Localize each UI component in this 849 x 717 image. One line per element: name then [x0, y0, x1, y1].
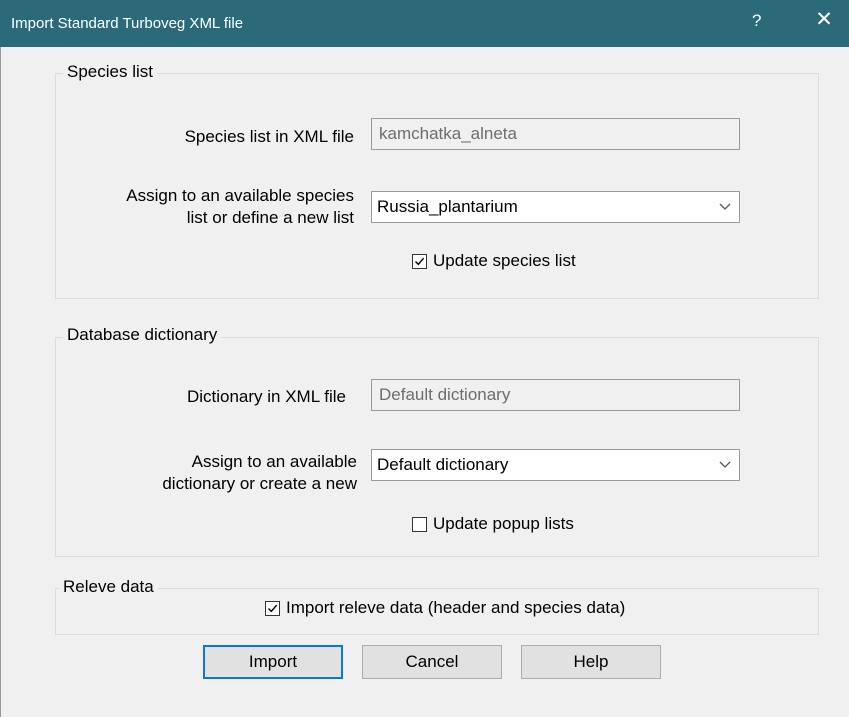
dictionary-xml-field: Default dictionary: [371, 379, 740, 411]
window-border: [0, 47, 1, 717]
checkbox-box[interactable]: [265, 601, 280, 616]
chevron-down-icon: [719, 203, 731, 210]
dictionary-assign-label-2: dictionary or create a new: [162, 474, 357, 493]
title-bar: Import Standard Turboveg XML file ? ✕: [0, 0, 849, 47]
help-icon[interactable]: ?: [752, 11, 761, 31]
species-list-select[interactable]: Russia_plantarium: [371, 191, 740, 223]
close-icon[interactable]: ✕: [813, 8, 835, 32]
species-assign-label-1: Assign to an available species: [126, 186, 354, 205]
species-xml-label: Species list in XML file: [184, 127, 354, 146]
import-releve-checkbox[interactable]: Import releve data (header and species d…: [265, 597, 625, 619]
dictionary-assign-label-1: Assign to an available: [191, 452, 357, 471]
dictionary-select-value: Default dictionary: [377, 455, 509, 474]
checkbox-box[interactable]: [412, 517, 427, 532]
cancel-button[interactable]: Cancel: [362, 645, 502, 679]
checkmark-icon: [415, 257, 425, 266]
species-list-select-value: Russia_plantarium: [377, 197, 518, 216]
window-title: Import Standard Turboveg XML file: [11, 15, 244, 32]
update-species-label: Update species list: [433, 251, 576, 270]
checkmark-icon: [268, 604, 278, 613]
help-button[interactable]: Help: [521, 645, 661, 679]
update-popup-label: Update popup lists: [433, 514, 574, 533]
import-button[interactable]: Import: [203, 645, 343, 679]
releve-legend: Releve data: [59, 577, 158, 597]
species-assign-label-2: list or define a new list: [186, 208, 354, 227]
checkbox-box[interactable]: [412, 254, 427, 269]
species-list-legend: Species list: [63, 62, 157, 82]
update-popup-checkbox[interactable]: Update popup lists: [412, 513, 574, 535]
update-species-checkbox[interactable]: Update species list: [412, 250, 576, 272]
species-xml-field: kamchatka_alneta: [371, 118, 740, 150]
dictionary-xml-label: Dictionary in XML file: [186, 387, 346, 406]
dictionary-legend: Database dictionary: [63, 325, 222, 345]
chevron-down-icon: [719, 461, 731, 468]
import-releve-label: Import releve data (header and species d…: [286, 598, 626, 617]
dictionary-select[interactable]: Default dictionary: [371, 449, 740, 481]
